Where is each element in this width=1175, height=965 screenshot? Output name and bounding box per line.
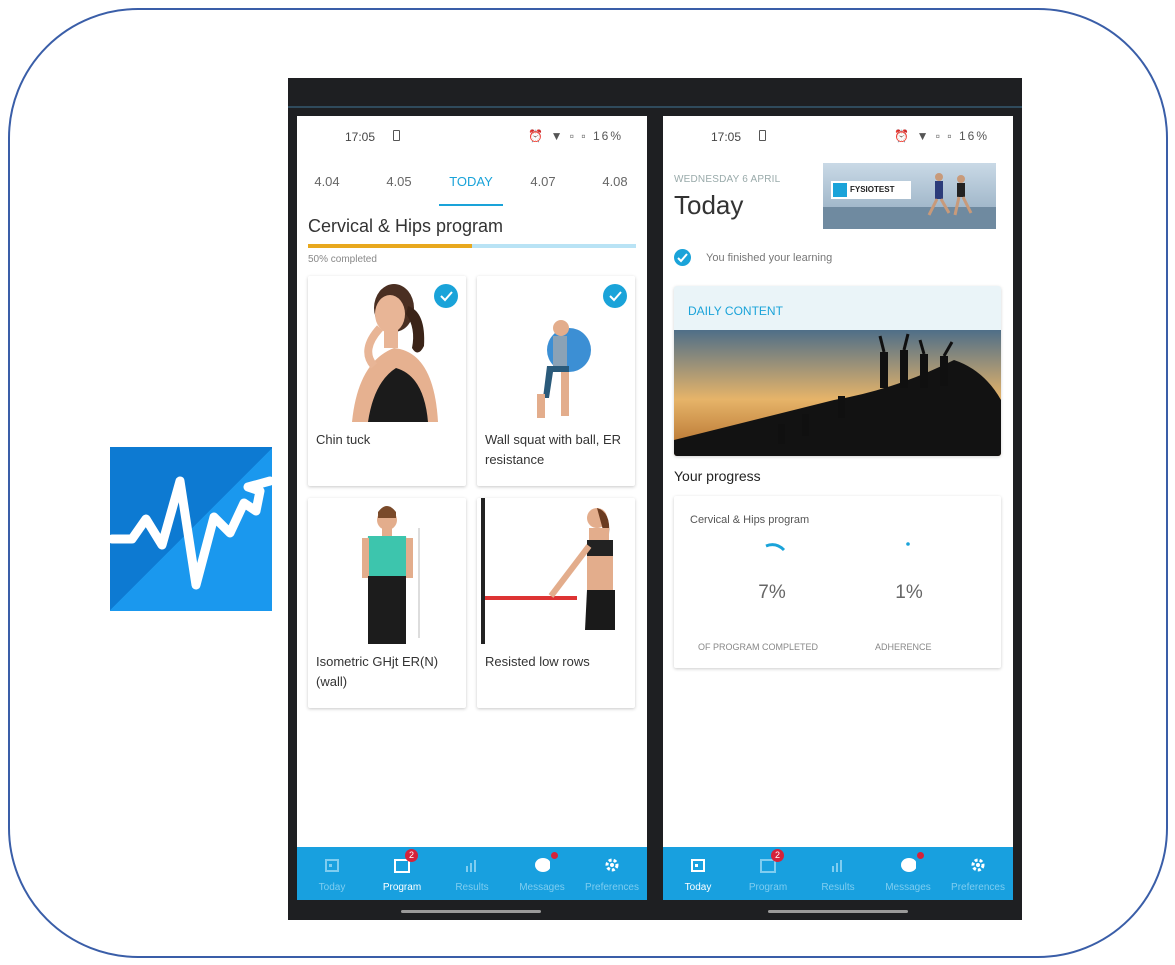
completed-percent: 7% [758, 582, 786, 603]
exercise-card-resisted-rows[interactable]: Resisted low rows [477, 498, 635, 708]
nav-label: Today [684, 882, 712, 893]
nav-label: Program [382, 882, 422, 893]
date-tabs: 4.04 4.05 TODAY 4.07 4.08 [297, 168, 647, 208]
bottom-navigation: Today 2 Program Results Messages Prefere… [297, 847, 647, 900]
completed-caption: OF PROGRAM COMPLETED [698, 642, 819, 652]
status-bar: 17:05 ⏰ ▼ ▫ ▫ 16% [663, 126, 1013, 148]
program-screen: 17:05 ⏰ ▼ ▫ ▫ 16% 4.04 4.05 TODAY 4.07 4… [297, 116, 647, 900]
nav-messages[interactable]: Messages [507, 847, 577, 900]
calendar-icon [691, 859, 705, 872]
program-title: Cervical & Hips program [308, 216, 504, 236]
exercise-card-wall-squat[interactable]: Wall squat with ball, ER resistance [477, 276, 635, 486]
daily-content-card[interactable]: DAILY CONTENT [674, 286, 1001, 456]
exercise-image [308, 498, 466, 644]
unread-dot [551, 852, 558, 859]
exercise-label: Resisted low rows [485, 654, 590, 669]
exercise-card-isometric[interactable]: Isometric GHjt ER(N) (wall) [308, 498, 466, 708]
page-title: Today [674, 190, 744, 220]
adherence-caption: ADHERENCE [875, 642, 932, 652]
nav-today[interactable]: Today [663, 847, 733, 900]
nav-label: Program [748, 882, 788, 893]
learning-done-check-icon [674, 249, 691, 266]
battery-icon [759, 130, 766, 141]
adherence-percent: 1% [895, 582, 923, 603]
nav-label: Today [318, 882, 346, 893]
exercise-label: Wall squat with ball, ER resistance [485, 432, 622, 467]
weekday-label: WEDNESDAY 6 APRIL [674, 174, 781, 185]
status-time: 17:05 [711, 130, 742, 144]
nav-preferences[interactable]: Preferences [943, 847, 1013, 900]
exercise-label: Isometric GHjt ER(N) (wall) [316, 654, 439, 689]
heartbeat-chart-icon [110, 476, 272, 590]
nav-results[interactable]: Results [437, 847, 507, 900]
progress-heading: Your progress [674, 468, 761, 484]
program-progress-fill [308, 244, 472, 248]
bar-chart-icon [832, 860, 842, 872]
today-screen: 17:05 ⏰ ▼ ▫ ▫ 16% WEDNESDAY 6 APRIL Toda… [663, 116, 1013, 900]
chat-bubble-icon [901, 858, 916, 872]
battery-percent: 16% [958, 129, 989, 143]
nav-label: Preferences [585, 882, 639, 893]
notification-badge: 2 [771, 849, 784, 862]
home-indicator [768, 910, 908, 913]
nav-messages[interactable]: Messages [873, 847, 943, 900]
exercise-image [477, 498, 635, 644]
calendar-icon [325, 859, 339, 872]
status-icons: ⏰ ▼ ▫ ▫ 16% [894, 129, 989, 143]
battery-percent: 16% [592, 129, 623, 143]
status-icons: ⏰ ▼ ▫ ▫ 16% [528, 129, 623, 143]
status-bar: 17:05 ⏰ ▼ ▫ ▫ 16% [297, 126, 647, 148]
adherence-arc [906, 542, 910, 546]
exercise-label: Chin tuck [316, 432, 371, 447]
app-logo-icon [110, 447, 272, 611]
nav-program[interactable]: 2 Program [367, 847, 437, 900]
progress-card[interactable]: Cervical & Hips program 7% 1% OF PROGRAM… [674, 496, 1001, 668]
sponsor-banner[interactable]: FYSIOTEST [823, 163, 996, 229]
active-tab-indicator [439, 204, 503, 206]
nav-preferences[interactable]: Preferences [577, 847, 647, 900]
nav-label: Messages [885, 882, 931, 893]
learning-status: You finished your learning [706, 252, 833, 264]
date-tab[interactable]: 4.04 [297, 174, 357, 189]
program-progress-bar [308, 244, 636, 248]
nav-results[interactable]: Results [803, 847, 873, 900]
nav-label: Results [455, 882, 489, 893]
program-name: Cervical & Hips program [690, 514, 810, 526]
completed-check-icon [603, 284, 627, 308]
date-tab-today[interactable]: TODAY [441, 174, 501, 189]
gear-icon [605, 858, 619, 872]
date-tab[interactable]: 4.07 [513, 174, 573, 189]
battery-icon [393, 130, 400, 141]
home-indicator [401, 910, 541, 913]
completed-check-icon [434, 284, 458, 308]
date-tab[interactable]: 4.05 [369, 174, 429, 189]
phone-screenshots: 17:05 ⏰ ▼ ▫ ▫ 16% 4.04 4.05 TODAY 4.07 4… [288, 78, 1022, 920]
nav-today[interactable]: Today [297, 847, 367, 900]
daily-content-label: DAILY CONTENT [688, 304, 783, 318]
nav-program[interactable]: 2 Program [733, 847, 803, 900]
chat-bubble-icon [535, 858, 550, 872]
date-tab[interactable]: 4.08 [585, 174, 645, 189]
gear-icon [971, 858, 985, 872]
bottom-navigation: Today 2 Program Results Messages Prefere… [663, 847, 1013, 900]
nav-label: Results [821, 882, 855, 893]
daily-content-image [674, 330, 1001, 456]
nav-label: Messages [519, 882, 565, 893]
notification-badge: 2 [405, 849, 418, 862]
bar-chart-icon [466, 860, 476, 872]
progress-text: 50% completed [308, 254, 377, 265]
nav-label: Preferences [951, 882, 1005, 893]
completion-arc [765, 543, 786, 552]
status-time: 17:05 [345, 130, 376, 144]
unread-dot [917, 852, 924, 859]
exercise-card-chin-tuck[interactable]: Chin tuck [308, 276, 466, 486]
